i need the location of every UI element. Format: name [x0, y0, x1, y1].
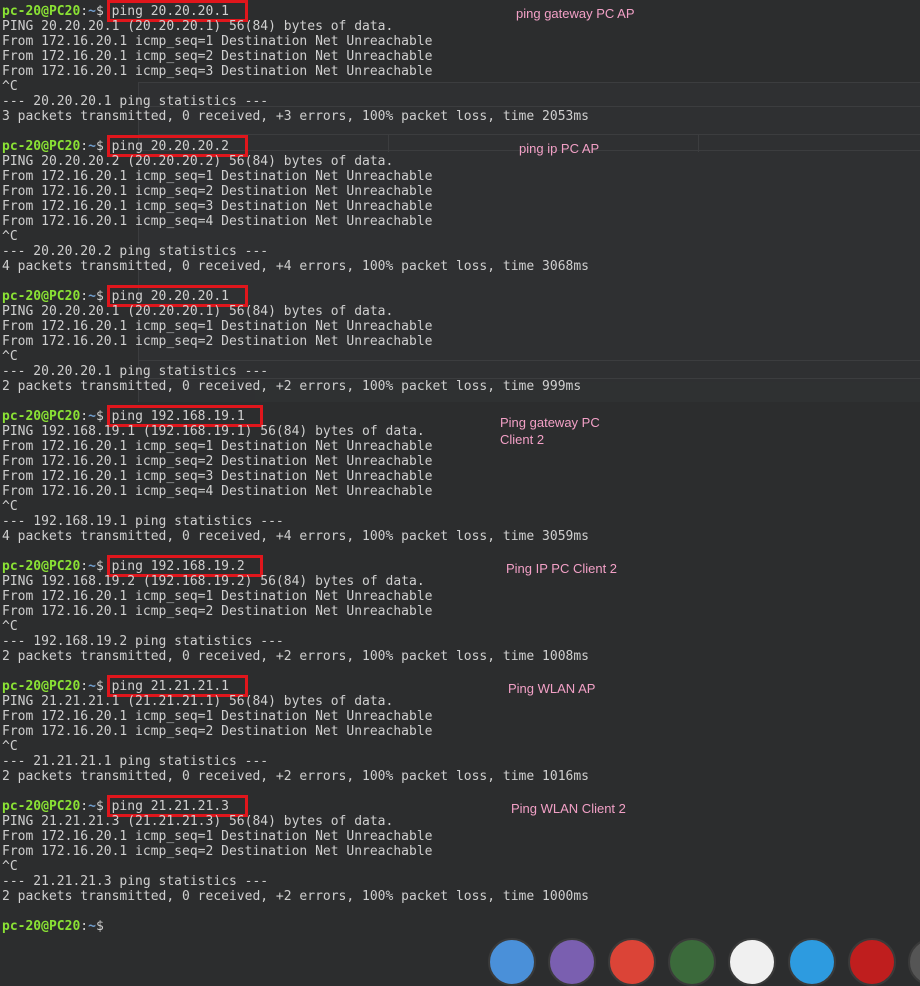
annotation-note: ping ip PC AP: [519, 141, 600, 156]
output-line: From 172.16.20.1 icmp_seq=2 Destination …: [2, 334, 433, 349]
prompt-path: ~: [88, 919, 96, 934]
output-line: From 172.16.20.1 icmp_seq=2 Destination …: [2, 454, 433, 469]
output-line: 3 packets transmitted, 0 received, +3 er…: [2, 109, 589, 124]
output-line: 2 packets transmitted, 0 received, +2 er…: [2, 889, 589, 904]
prompt-path: ~: [88, 139, 96, 154]
prompt-separator: :: [80, 919, 89, 934]
folder-icon[interactable]: [548, 938, 596, 986]
network-tool-icon[interactable]: [668, 938, 716, 986]
output-line: --- 21.21.21.1 ping statistics ---: [2, 754, 269, 769]
output-line: ^C: [2, 349, 18, 364]
prompt-separator: :: [80, 409, 89, 424]
output-line: --- 21.21.21.3 ping statistics ---: [2, 874, 269, 889]
output-line: PING 20.20.20.1 (20.20.20.1) 56(84) byte…: [2, 19, 394, 34]
output-line: ^C: [2, 79, 18, 94]
prompt-path: ~: [88, 409, 96, 424]
output-line: PING 21.21.21.3 (21.21.21.3) 56(84) byte…: [2, 814, 394, 829]
output-line: --- 20.20.20.1 ping statistics ---: [2, 364, 269, 379]
output-line: From 172.16.20.1 icmp_seq=4 Destination …: [2, 484, 433, 499]
prompt-user: pc-20@PC20: [2, 919, 81, 934]
partial-icon[interactable]: [908, 938, 920, 986]
output-line: 4 packets transmitted, 0 received, +4 er…: [2, 529, 589, 544]
annotation-note: Ping WLAN AP: [508, 681, 596, 696]
output-line: 2 packets transmitted, 0 received, +2 er…: [2, 769, 589, 784]
output-line: From 172.16.20.1 icmp_seq=3 Destination …: [2, 469, 433, 484]
prompt-path: ~: [88, 559, 96, 574]
output-line: From 172.16.20.1 icmp_seq=4 Destination …: [2, 214, 433, 229]
output-line: --- 20.20.20.2 ping statistics ---: [2, 244, 269, 259]
output-line: ^C: [2, 229, 18, 244]
prompt-user: pc-20@PC20: [2, 679, 81, 694]
prompt-separator: :: [80, 289, 89, 304]
prompt-user: pc-20@PC20: [2, 559, 81, 574]
output-line: From 172.16.20.1 icmp_seq=2 Destination …: [2, 724, 433, 739]
prompt-separator: :: [80, 139, 89, 154]
prompt-user: pc-20@PC20: [2, 289, 81, 304]
output-line: From 172.16.20.1 icmp_seq=2 Destination …: [2, 844, 433, 859]
output-line: ^C: [2, 499, 18, 514]
output-line: 2 packets transmitted, 0 received, +2 er…: [2, 649, 589, 664]
output-line: From 172.16.20.1 icmp_seq=1 Destination …: [2, 169, 433, 184]
output-line: From 172.16.20.1 icmp_seq=3 Destination …: [2, 199, 433, 214]
chrome-icon[interactable]: [608, 938, 656, 986]
prompt-separator: :: [80, 679, 89, 694]
output-line: From 172.16.20.1 icmp_seq=1 Destination …: [2, 589, 433, 604]
output-line: --- 192.168.19.2 ping statistics ---: [2, 634, 284, 649]
output-line: From 172.16.20.1 icmp_seq=1 Destination …: [2, 319, 433, 334]
annotation-note: Ping IP PC Client 2: [506, 561, 618, 576]
inkscape-icon[interactable]: [728, 938, 776, 986]
prompt-user: pc-20@PC20: [2, 799, 81, 814]
prompt-path: ~: [88, 799, 96, 814]
prompt-path: ~: [88, 679, 96, 694]
output-line: From 172.16.20.1 icmp_seq=1 Destination …: [2, 34, 433, 49]
output-line: ^C: [2, 739, 18, 754]
output-line: From 172.16.20.1 icmp_seq=1 Destination …: [2, 709, 433, 724]
file-manager-icon[interactable]: [488, 938, 536, 986]
prompt-line: pc-20@PC20:~$: [2, 919, 112, 934]
output-line: From 172.16.20.1 icmp_seq=2 Destination …: [2, 604, 433, 619]
prompt-user: pc-20@PC20: [2, 139, 81, 154]
output-line: ^C: [2, 859, 18, 874]
output-line: From 172.16.20.1 icmp_seq=2 Destination …: [2, 184, 433, 199]
prompt-dollar: $: [95, 919, 112, 934]
output-line: PING 192.168.19.2 (192.168.19.2) 56(84) …: [2, 574, 425, 589]
output-line: From 172.16.20.1 icmp_seq=2 Destination …: [2, 49, 433, 64]
output-line: PING 192.168.19.1 (192.168.19.1) 56(84) …: [2, 424, 425, 439]
output-line: PING 20.20.20.2 (20.20.20.2) 56(84) byte…: [2, 154, 394, 169]
filezilla-icon[interactable]: [848, 938, 896, 986]
output-line: ^C: [2, 619, 18, 634]
prompt-user: pc-20@PC20: [2, 4, 81, 19]
output-line: PING 21.21.21.1 (21.21.21.1) 56(84) byte…: [2, 694, 394, 709]
terminal-window[interactable]: pc-20@PC20:~$ ping 20.20.20.1 ping gatewa…: [0, 0, 920, 967]
output-line: From 172.16.20.1 icmp_seq=1 Destination …: [2, 439, 433, 454]
prompt-path: ~: [88, 289, 96, 304]
output-line: From 172.16.20.1 icmp_seq=3 Destination …: [2, 64, 433, 79]
system-monitor-icon[interactable]: [788, 938, 836, 986]
annotation-note: Ping gateway PC Client 2: [500, 415, 600, 447]
prompt-separator: :: [80, 799, 89, 814]
output-line: --- 192.168.19.1 ping statistics ---: [2, 514, 284, 529]
prompt-separator: :: [80, 4, 89, 19]
annotation-note: ping gateway PC AP: [516, 6, 635, 21]
prompt-user: pc-20@PC20: [2, 409, 81, 424]
annotation-note: Ping WLAN Client 2: [511, 801, 626, 816]
prompt-path: ~: [88, 4, 96, 19]
taskbar-dock: [480, 938, 920, 986]
output-line: 4 packets transmitted, 0 received, +4 er…: [2, 259, 589, 274]
output-line: PING 20.20.20.1 (20.20.20.1) 56(84) byte…: [2, 304, 394, 319]
output-line: From 172.16.20.1 icmp_seq=1 Destination …: [2, 829, 433, 844]
prompt-separator: :: [80, 559, 89, 574]
output-line: --- 20.20.20.1 ping statistics ---: [2, 94, 269, 109]
output-line: 2 packets transmitted, 0 received, +2 er…: [2, 379, 582, 394]
